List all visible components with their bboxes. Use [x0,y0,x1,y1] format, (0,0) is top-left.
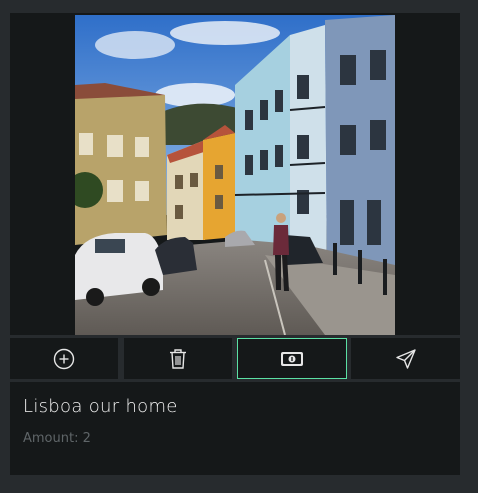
post-info: Lisboa our home Amount: 2 [10,382,460,475]
post-card: Lisboa our home Amount: 2 [10,13,460,475]
plus-circle-icon [53,348,75,369]
paper-plane-icon [395,348,416,369]
amount-value: 2 [82,431,91,446]
send-button[interactable] [351,338,460,379]
amount-label: Amount: [23,431,83,446]
trash-icon [170,348,186,369]
action-bar [10,338,460,379]
banknote-icon [281,351,303,366]
media-frame [10,13,460,335]
post-photo[interactable] [75,15,395,335]
post-title: Lisboa our home [23,396,178,417]
street-photo-image [75,15,395,335]
amount-line: Amount: 2 [23,431,91,446]
add-button[interactable] [10,338,118,379]
delete-button[interactable] [124,338,232,379]
money-button[interactable] [237,338,347,379]
